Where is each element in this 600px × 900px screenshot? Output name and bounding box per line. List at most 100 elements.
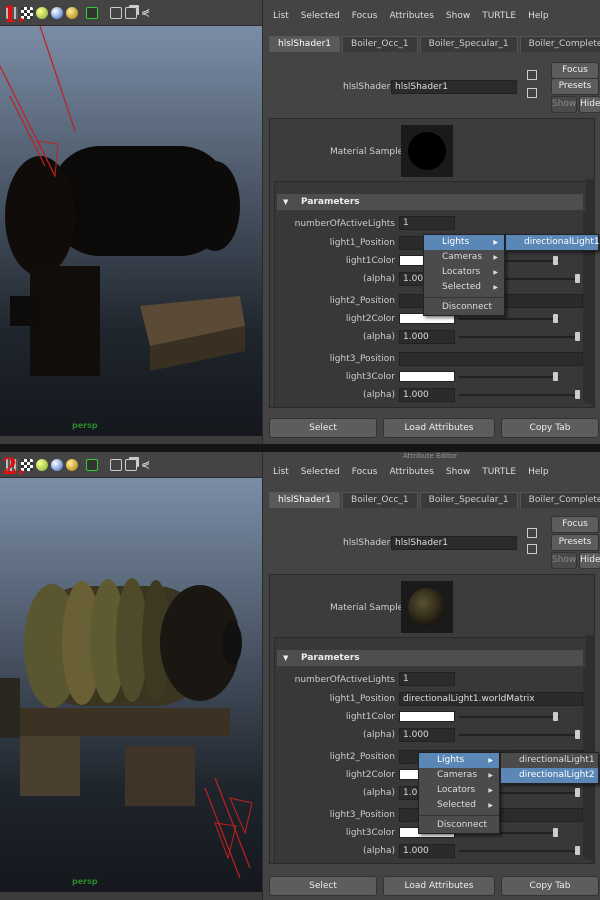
- attributes-scrollbar[interactable]: [586, 635, 594, 860]
- light1-position-field[interactable]: directionalLight1.worldMatrix: [399, 692, 583, 706]
- light2-alpha-slider-knob[interactable]: [575, 332, 580, 341]
- output-connection-icon[interactable]: [527, 544, 537, 554]
- light1-color-swatch[interactable]: [399, 711, 455, 722]
- menu-list[interactable]: List: [273, 11, 289, 21]
- focus-button[interactable]: Focus: [551, 62, 599, 79]
- light1-alpha-slider-knob[interactable]: [575, 274, 580, 283]
- gold-sphere-icon[interactable]: [66, 459, 78, 471]
- load-attributes-button[interactable]: Load Attributes: [383, 876, 495, 896]
- presets-button[interactable]: Presets: [551, 78, 599, 95]
- light3-color-slider-knob[interactable]: [553, 828, 558, 837]
- presets-button[interactable]: Presets: [551, 534, 599, 551]
- show-button[interactable]: Show: [551, 552, 577, 569]
- shader-name-field[interactable]: hlslShader1: [391, 536, 517, 550]
- graph-icon[interactable]: ⋞: [141, 459, 153, 471]
- light3-alpha-slider[interactable]: [459, 394, 579, 396]
- menu-item-disconnect[interactable]: Disconnect: [419, 818, 499, 833]
- blue-sphere-icon[interactable]: [51, 7, 63, 19]
- select-button[interactable]: Select: [269, 418, 377, 438]
- focus-button[interactable]: Focus: [551, 516, 599, 533]
- menu-list[interactable]: List: [273, 467, 289, 477]
- 3d-viewport[interactable]: persp: [0, 478, 262, 892]
- shaded-sphere-icon[interactable]: [36, 7, 48, 19]
- menu-item-locators[interactable]: Locators ▶: [419, 783, 499, 798]
- menu-help[interactable]: Help: [528, 11, 549, 21]
- copy-tab-button[interactable]: Copy Tab: [501, 418, 599, 438]
- light3-alpha-field[interactable]: 1.000: [399, 388, 455, 402]
- parameters-header[interactable]: Parameters: [277, 194, 583, 210]
- cube-icon[interactable]: [110, 459, 122, 471]
- menu-turtle[interactable]: TURTLE: [482, 467, 516, 477]
- cube-icon[interactable]: [110, 7, 122, 19]
- menu-item-selected[interactable]: Selected ▶: [424, 280, 504, 295]
- cursor-icon[interactable]: [86, 459, 98, 471]
- menu-item-cameras[interactable]: Cameras ▶: [419, 768, 499, 783]
- light3-alpha-slider[interactable]: [459, 850, 579, 852]
- hide-button[interactable]: Hide: [579, 552, 600, 569]
- light1-color-slider-knob[interactable]: [553, 256, 558, 265]
- menu-selected[interactable]: Selected: [301, 11, 340, 21]
- light3-alpha-slider-knob[interactable]: [575, 390, 580, 399]
- shader-name-field[interactable]: hlslShader1: [391, 80, 517, 94]
- light1-color-slider-knob[interactable]: [553, 712, 558, 721]
- attributes-scrollbar[interactable]: [586, 179, 594, 404]
- light3-color-swatch[interactable]: [399, 371, 455, 382]
- gold-sphere-icon[interactable]: [66, 7, 78, 19]
- menu-item-locators[interactable]: Locators ▶: [424, 265, 504, 280]
- light2-alpha-field[interactable]: 1.000: [399, 330, 455, 344]
- graph-icon[interactable]: ⋞: [141, 7, 153, 19]
- light1-alpha-field[interactable]: 1.000: [399, 728, 455, 742]
- submenu-item-directionallight2[interactable]: directionalLight2: [501, 768, 598, 783]
- light3-color-slider[interactable]: [459, 376, 559, 378]
- output-connection-icon[interactable]: [527, 88, 537, 98]
- submenu-item-directionallight1[interactable]: directionalLight1: [506, 235, 600, 250]
- blue-sphere-icon[interactable]: [51, 459, 63, 471]
- light1-alpha-slider-knob[interactable]: [575, 730, 580, 739]
- load-attributes-button[interactable]: Load Attributes: [383, 418, 495, 438]
- 3d-viewport[interactable]: persp: [0, 26, 262, 436]
- menu-focus[interactable]: Focus: [352, 11, 378, 21]
- light1-color-slider[interactable]: [459, 716, 559, 718]
- tab-hlslshader1[interactable]: hlslShader1: [269, 492, 341, 508]
- tab-boiler-complete-norm[interactable]: Boiler_Complete_Norm: [519, 492, 600, 508]
- light2-color-slider-knob[interactable]: [553, 314, 558, 323]
- menu-item-disconnect[interactable]: Disconnect: [424, 300, 504, 315]
- menu-show[interactable]: Show: [446, 11, 470, 21]
- num-lights-field[interactable]: 1: [399, 216, 455, 230]
- hide-button[interactable]: Hide: [579, 96, 600, 113]
- menu-attributes[interactable]: Attributes: [389, 467, 433, 477]
- cursor-icon[interactable]: [86, 7, 98, 19]
- show-button[interactable]: Show: [551, 96, 577, 113]
- shaded-sphere-icon[interactable]: [36, 459, 48, 471]
- tab-boiler-specular[interactable]: Boiler_Specular_1: [419, 492, 518, 508]
- tab-boiler-specular[interactable]: Boiler_Specular_1: [419, 36, 518, 52]
- submenu-item-directionallight1[interactable]: directionalLight1: [501, 753, 598, 768]
- light1-alpha-slider[interactable]: [459, 734, 579, 736]
- menu-show[interactable]: Show: [446, 467, 470, 477]
- light3-alpha-field[interactable]: 1.000: [399, 844, 455, 858]
- menu-item-lights[interactable]: Lights ▶: [424, 235, 504, 250]
- menu-attributes[interactable]: Attributes: [389, 11, 433, 21]
- tab-boiler-complete-norm[interactable]: Boiler_Complete_Norm_1: [519, 36, 600, 52]
- tab-hlslshader1[interactable]: hlslShader1: [269, 36, 341, 52]
- num-lights-field[interactable]: 1: [399, 672, 455, 686]
- tab-boiler-occ[interactable]: Boiler_Occ_1: [342, 492, 418, 508]
- two-boxes-icon[interactable]: [125, 7, 137, 19]
- menu-item-lights[interactable]: Lights ▶: [419, 753, 499, 768]
- menu-item-selected[interactable]: Selected ▶: [419, 798, 499, 813]
- input-connection-icon[interactable]: [527, 528, 537, 538]
- select-button[interactable]: Select: [269, 876, 377, 896]
- menu-item-cameras[interactable]: Cameras ▶: [424, 250, 504, 265]
- two-boxes-icon[interactable]: [125, 459, 137, 471]
- menu-help[interactable]: Help: [528, 467, 549, 477]
- light2-alpha-slider-knob[interactable]: [575, 788, 580, 797]
- light3-position-field[interactable]: [399, 352, 583, 366]
- menu-selected[interactable]: Selected: [301, 467, 340, 477]
- light3-alpha-slider-knob[interactable]: [575, 846, 580, 855]
- copy-tab-button[interactable]: Copy Tab: [501, 876, 599, 896]
- parameters-header[interactable]: Parameters: [277, 650, 583, 666]
- light2-alpha-slider[interactable]: [459, 336, 579, 338]
- menu-focus[interactable]: Focus: [352, 467, 378, 477]
- menu-turtle[interactable]: TURTLE: [482, 11, 516, 21]
- input-connection-icon[interactable]: [527, 70, 537, 80]
